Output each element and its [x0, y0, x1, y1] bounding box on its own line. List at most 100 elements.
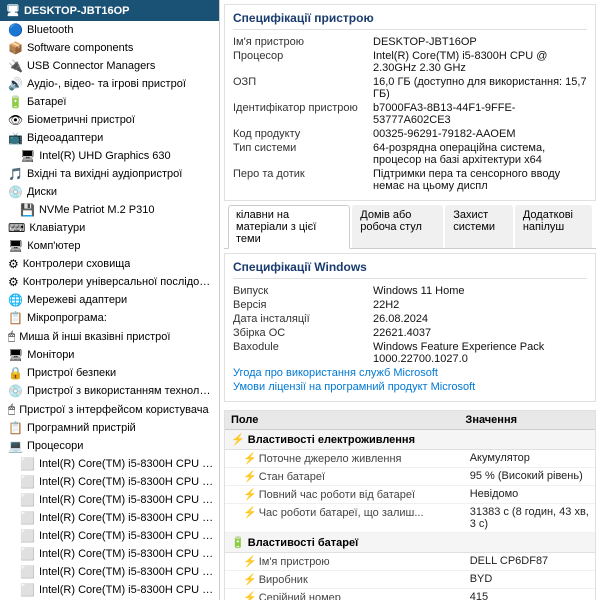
tree-item-cpu8[interactable]: ⬜Intel(R) Core(TM) i5-8300H CPU @ 2.30GH… [0, 581, 219, 599]
tree-item-cpu_group[interactable]: 💻Процесори [0, 437, 219, 455]
tree-item-audio_out[interactable]: 🎵Вхідні та вихідні аудіопристрої [0, 165, 219, 183]
battery-section-header[interactable]: 🔋 Властивості батареї [225, 533, 595, 553]
device-spec-field-value: Підтримки пера та сенсорного вводу немає… [373, 168, 587, 192]
tree-item-label-software: Software components [27, 42, 133, 54]
tree-item-label-mouse_ctrl: Контролери сховища [23, 258, 131, 270]
tree-item-label-cpu3: Intel(R) Core(TM) i5-8300H CPU @ 2.30GHz [39, 494, 215, 506]
tree-item-monitors[interactable]: 🖥Монітори [0, 346, 219, 364]
tree-item-label-cpu2: Intel(R) Core(TM) i5-8300H CPU @ 2.30GHz [39, 476, 215, 488]
bolt-icon: ⚡ [243, 574, 257, 586]
battery-section-header[interactable]: ⚡ Властивості електроживлення [225, 430, 595, 450]
windows-spec-label: Дата інсталяції [233, 313, 373, 325]
tab-protection[interactable]: Захист системи [445, 205, 513, 248]
tree-item-cpu1[interactable]: ⬜Intel(R) Core(TM) i5-8300H CPU @ 2.30GH… [0, 455, 219, 473]
tree-item-icon-usb: 🔌 [8, 59, 23, 73]
tree-item-label-software2: Програмний пристрій [27, 422, 136, 434]
windows-spec-label: Вaxodule [233, 341, 373, 365]
tree-item-disk[interactable]: 💿Диски [0, 183, 219, 201]
tab-advanced[interactable]: Додаткові напілуш [515, 205, 592, 248]
battery-table-box: Поле Значення ⚡ Властивості електроживле… [224, 410, 596, 600]
tree-item-icon-audio: 🔊 [8, 77, 23, 91]
tree-item-audio[interactable]: 🔊Аудіо-, відео- та ігрові пристрої [0, 75, 219, 93]
tree-item-icon-cpu4: ⬜ [20, 511, 35, 525]
tree-item-label-audio_out: Вхідні та вихідні аудіопристрої [27, 168, 182, 180]
tree-item-usb_ctrl[interactable]: ⚙Контролери універсальної послідовної ши… [0, 273, 219, 291]
tree-item-icon-cpu_group: 💻 [8, 439, 23, 453]
device-spec-row: Тип системи64-розрядна операційна систем… [233, 142, 587, 166]
tree-item-biometric[interactable]: 👁Біометричні пристрої [0, 111, 219, 129]
windows-spec-value: 26.08.2024 [373, 313, 428, 325]
battery-field-value: DELL CP6DF87 [464, 553, 595, 570]
tab-home[interactable]: Домів або робоча стул [352, 205, 443, 248]
tree-item-software2[interactable]: 📋 Програмний пристрій [0, 419, 219, 437]
tree-item-icon-cpu5: ⬜ [20, 529, 35, 543]
tree-item-icon-video: 📺 [8, 131, 23, 145]
windows-spec-link[interactable]: Умови ліцензії на програмний продукт Mic… [233, 381, 475, 393]
tree-item-video[interactable]: 📺 Відеоадаптери [0, 129, 219, 147]
windows-spec-row: Збірка ОС22621.4037 [233, 327, 587, 339]
tree-item-memory_dev[interactable]: 💿Пристрої з використанням технології пам… [0, 382, 219, 400]
tree-item-icon-intel_gpu: 🖥 [20, 149, 35, 163]
battery-field-label: ⚡Серійний номер [225, 589, 464, 600]
battery-data-row: ⚡Стан батареї95 % (Високий рівень) [225, 468, 595, 486]
tree-item-label-net: Мережеві адаптери [27, 294, 127, 306]
tree-item-interface[interactable]: 🖱Пристрої з інтерфейсом користувача [0, 400, 219, 419]
tree-item-usb[interactable]: 🔌 USB Connector Managers [0, 57, 219, 75]
tree-item-label-monitors: Монітори [27, 349, 74, 361]
tree-item-cpu5[interactable]: ⬜Intel(R) Core(TM) i5-8300H CPU @ 2.30GH… [0, 527, 219, 545]
tree-item-nvme[interactable]: 💾NVMe Patriot M.2 P310 [0, 201, 219, 219]
battery-data-row: ⚡Серійний номер415 [225, 589, 595, 600]
tree-item-software[interactable]: 📦 Software components [0, 39, 219, 57]
tree-item-label-computer: Комп'ютер [27, 240, 80, 252]
tree-item-bluetooth[interactable]: 🔵Bluetooth [0, 21, 219, 39]
windows-spec-links: Угода про використання служб Microsoft Ум… [233, 367, 587, 393]
tree-header-title: DESKTOP-JBT16OP [24, 5, 130, 17]
windows-spec-title: Специфікації Windows [233, 260, 587, 279]
tree-item-label-cpu6: Intel(R) Core(TM) i5-8300H CPU @ 2.30GHz [39, 548, 215, 560]
tree-item-label-usb: USB Connector Managers [27, 60, 155, 72]
device-spec-title: Специфікації пристрою [233, 11, 587, 30]
right-panel: Специфікації пристрою Ім'я пристроюDESKT… [220, 0, 600, 600]
device-spec-rows: Ім'я пристроюDESKTOP-JBT16OPПроцесорInte… [233, 36, 587, 192]
device-spec-box: Специфікації пристрою Ім'я пристроюDESKT… [224, 4, 596, 201]
windows-spec-link[interactable]: Угода про використання служб Microsoft [233, 367, 438, 379]
tree-item-icon-cpu3: ⬜ [20, 493, 35, 507]
battery-field-value: 31383 с (8 годин, 43 хв, 3 с) [464, 504, 595, 532]
windows-spec-row: ВипускWindows 11 Home [233, 285, 587, 297]
tree-item-label-battery: Батареї [27, 96, 66, 108]
tree-item-security[interactable]: 🔒Пристрої безпеки [0, 364, 219, 382]
tree-item-cpu7[interactable]: ⬜Intel(R) Core(TM) i5-8300H CPU @ 2.30GH… [0, 563, 219, 581]
tree-item-computer[interactable]: 🖥Комп'ютер [0, 237, 219, 255]
tree-item-micro[interactable]: 📋Мікропрограма: [0, 309, 219, 327]
tree-item-icon-mouse_ctrl: ⚙ [8, 257, 19, 271]
tree-item-cpu6[interactable]: ⬜Intel(R) Core(TM) i5-8300H CPU @ 2.30GH… [0, 545, 219, 563]
tree-item-battery[interactable]: 🔋 Батареї [0, 93, 219, 111]
tree-item-icon-software2: 📋 [8, 421, 23, 435]
tab-related[interactable]: кілавни на матеріали з цієї теми [228, 205, 350, 249]
tree-item-label-memory_dev: Пристрої з використанням технології пам'… [27, 385, 215, 397]
windows-spec-rows: ВипускWindows 11 HomeВерсія22H2Дата інст… [233, 285, 587, 365]
device-spec-row: ОЗП16,0 ГБ (доступно для використання: 1… [233, 76, 587, 100]
tree-item-net[interactable]: 🌐Мережеві адаптери [0, 291, 219, 309]
device-tree-panel[interactable]: 🖥 DESKTOP-JBT16OP 🔵Bluetooth 📦 Software co… [0, 0, 220, 600]
tree-item-keyboard[interactable]: ⌨Клавіатури [0, 219, 219, 237]
tree-item-icon-security: 🔒 [8, 366, 23, 380]
tree-item-icon-biometric: 👁 [8, 113, 23, 127]
tree-item-cpu4[interactable]: ⬜Intel(R) Core(TM) i5-8300H CPU @ 2.30GH… [0, 509, 219, 527]
tree-item-label-usb_ctrl: Контролери універсальної послідовної шин… [23, 276, 215, 288]
tree-item-intel_gpu[interactable]: 🖥Intel(R) UHD Graphics 630 [0, 147, 219, 165]
tree-item-mouse[interactable]: 🖱Миша й інші вказівні пристрої [0, 327, 219, 346]
device-spec-row: Перо та дотикПідтримки пера та сенсорног… [233, 168, 587, 192]
tree-item-mouse_ctrl[interactable]: ⚙ Контролери сховища [0, 255, 219, 273]
bolt-icon: ⚡ [243, 489, 257, 501]
battery-data-row: ⚡ВиробникBYD [225, 571, 595, 589]
tree-item-icon-software: 📦 [8, 41, 23, 55]
windows-spec-row: Дата інсталяції26.08.2024 [233, 313, 587, 325]
tree-item-icon-battery: 🔋 [8, 95, 23, 109]
device-spec-field-value: 16,0 ГБ (доступно для використання: 15,7… [373, 76, 587, 100]
tree-item-label-video: Відеоадаптери [27, 132, 103, 144]
tree-item-icon-keyboard: ⌨ [8, 221, 25, 235]
tree-item-cpu3[interactable]: ⬜ Intel(R) Core(TM) i5-8300H CPU @ 2.30GH… [0, 491, 219, 509]
tree-item-cpu2[interactable]: ⬜Intel(R) Core(TM) i5-8300H CPU @ 2.30GH… [0, 473, 219, 491]
tree-item-label-bluetooth: Bluetooth [27, 24, 73, 36]
